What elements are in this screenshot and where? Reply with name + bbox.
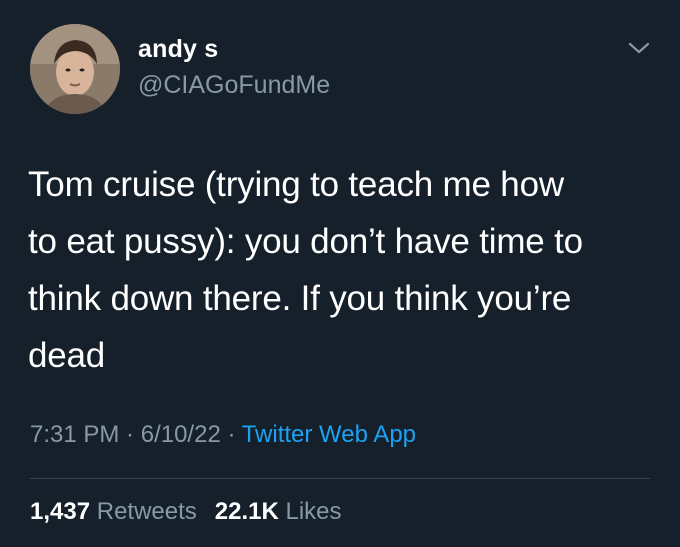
likes-stat[interactable]: 22.1K Likes bbox=[215, 498, 342, 525]
meta-separator: · bbox=[119, 421, 141, 448]
user-handle[interactable]: @CIAGoFundMe bbox=[138, 71, 330, 100]
tweet-stats: 1,437 Retweets 22.1K Likes bbox=[30, 498, 342, 526]
retweets-count: 1,437 bbox=[30, 498, 91, 525]
retweets-stat[interactable]: 1,437 Retweets bbox=[30, 498, 197, 525]
chevron-down-icon[interactable] bbox=[627, 38, 651, 58]
tweet-card: andy s @CIAGoFundMe Tom cruise (trying t… bbox=[0, 0, 680, 547]
meta-separator: · bbox=[220, 421, 242, 448]
likes-label: Likes bbox=[278, 498, 342, 525]
tweet-source-link[interactable]: Twitter Web App bbox=[242, 421, 416, 448]
tweet-text: Tom cruise (trying to teach me how to ea… bbox=[28, 165, 583, 375]
tweet-time[interactable]: 7:31 PM bbox=[30, 421, 119, 448]
likes-count: 22.1K bbox=[214, 498, 279, 525]
avatar-image bbox=[30, 24, 120, 114]
display-name[interactable]: andy s bbox=[138, 35, 218, 64]
tweet-meta: 7:31 PM · 6/10/22 · Twitter Web App bbox=[30, 421, 416, 449]
divider bbox=[30, 478, 650, 479]
avatar[interactable] bbox=[30, 24, 120, 114]
retweets-label: Retweets bbox=[90, 498, 197, 525]
tweet-date[interactable]: 6/10/22 bbox=[141, 421, 221, 448]
